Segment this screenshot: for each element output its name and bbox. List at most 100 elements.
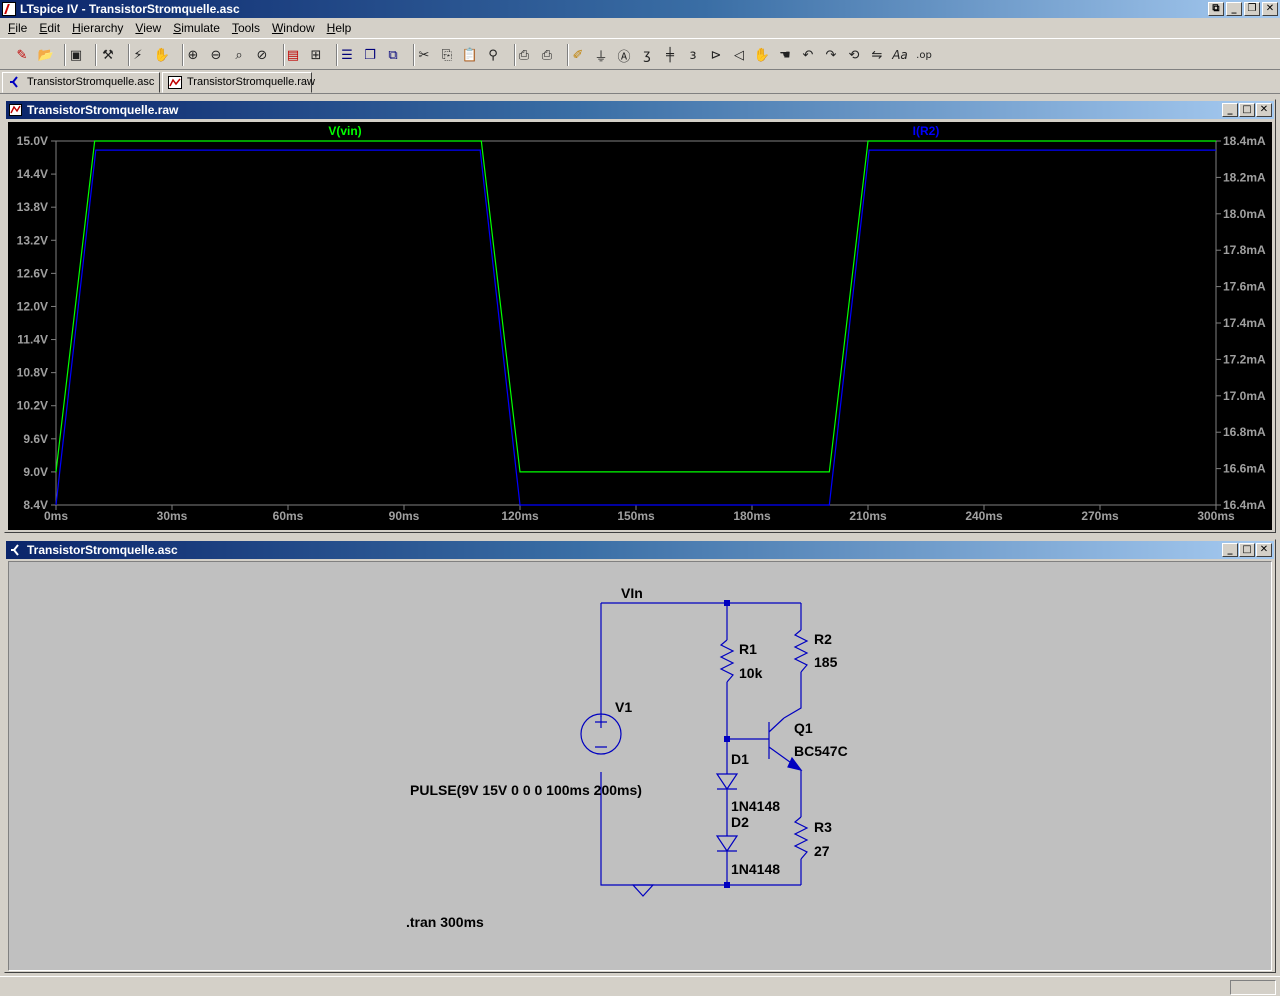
move-icon[interactable]: ✋: [752, 45, 772, 65]
cut-icon[interactable]: ✂: [414, 45, 434, 65]
ground-icon[interactable]: ⏚: [591, 45, 611, 65]
r2-value[interactable]: 185: [814, 654, 838, 670]
app-titlebar: LTspice IV - TransistorStromquelle.asc ⧉…: [0, 0, 1280, 18]
waveform-maximize-button[interactable]: □: [1239, 103, 1255, 117]
minimize-button[interactable]: _: [1226, 2, 1242, 16]
waveform-minimize-button[interactable]: _: [1222, 103, 1238, 117]
series-label-1[interactable]: I(R2): [913, 124, 940, 138]
grid-icon[interactable]: ⊞: [306, 45, 326, 65]
component-icon[interactable]: ◁: [729, 45, 749, 65]
spice-directive-tran[interactable]: .tran 300ms: [406, 914, 484, 930]
tile-vertical-icon[interactable]: ⧉: [383, 45, 403, 65]
maximize-button[interactable]: ❐: [1244, 2, 1260, 16]
schematic-window-controls: _ □ ✕: [1222, 543, 1272, 557]
waveform-close-button[interactable]: ✕: [1256, 103, 1272, 117]
r3-name[interactable]: R3: [814, 819, 832, 835]
series-line-0[interactable]: [55, 140, 1216, 473]
zoom-in-icon[interactable]: ⊕: [183, 45, 203, 65]
r2-name[interactable]: R2: [814, 631, 832, 647]
close-button[interactable]: ✕: [1262, 2, 1278, 16]
resistor-r2-symbol[interactable]: [793, 629, 809, 673]
drag-icon[interactable]: ☚: [775, 45, 795, 65]
redo-icon[interactable]: ↷: [821, 45, 841, 65]
control-panel-icon[interactable]: ⚒: [98, 45, 118, 65]
tile-horizontal-icon[interactable]: ☰: [337, 45, 357, 65]
halt-icon[interactable]: ✋: [152, 45, 172, 65]
q1-value[interactable]: BC547C: [794, 743, 848, 759]
zoom-cancel-icon[interactable]: ⊘: [252, 45, 272, 65]
tab-schematic[interactable]: TransistorStromquelle.asc: [2, 72, 160, 93]
zoom-out-icon[interactable]: ⊖: [206, 45, 226, 65]
menu-label: dit: [47, 21, 61, 35]
v1-value[interactable]: PULSE(9V 15V 0 0 0 100ms 200ms): [410, 782, 642, 798]
resistor-r3-symbol[interactable]: [793, 816, 809, 860]
restore-small-button[interactable]: ⧉: [1208, 2, 1224, 16]
diode-d2-symbol[interactable]: [715, 835, 739, 853]
q1-name[interactable]: Q1: [794, 720, 813, 736]
resistor-icon[interactable]: ʒ: [637, 45, 657, 65]
series-label-0[interactable]: V(vin): [328, 124, 361, 138]
text-icon[interactable]: Aa: [890, 45, 910, 65]
resistor-r1-symbol[interactable]: [719, 639, 735, 683]
menu-item[interactable]: Simulate: [167, 18, 226, 38]
r1-name[interactable]: R1: [739, 641, 757, 657]
run-icon[interactable]: ⚡: [128, 45, 148, 65]
save-icon[interactable]: ▣: [66, 45, 86, 65]
y-right-tick-label: 17.0mA: [1223, 389, 1266, 403]
schematic-maximize-button[interactable]: □: [1239, 543, 1255, 557]
menu-item[interactable]: Help: [321, 18, 358, 38]
toolbar: ✎ 📂 ▣ ⚒ ⚡ ✋ ⊕ ⊖ ⌕ ⊘ ▤ ⊞ ☰ ❐ ⧉ ✂ ⎘ 📋 ⚲ ⎙ ⎙ ✐ ⏚ Ⓐʒ ╪ ɜ ⊳ ◁ ✋ ☚ ↶ ↷ ⟲ ⇋ Aa .op: [0, 38, 1280, 70]
new-schematic-icon[interactable]: ✎: [12, 45, 32, 65]
schematic-close-button[interactable]: ✕: [1256, 543, 1272, 557]
d2-name[interactable]: D2: [731, 814, 749, 830]
waveform-window: TransistorStromquelle.raw _ □ ✕ 0ms 30ms 6…: [4, 99, 1276, 533]
copy-icon[interactable]: ⎘: [437, 45, 457, 65]
waveform-window-title: TransistorStromquelle.raw: [27, 103, 179, 117]
spice-directive-icon[interactable]: .op: [914, 45, 934, 65]
tab-label: TransistorStromquelle.asc: [27, 76, 155, 88]
d1-value[interactable]: 1N4148: [731, 798, 780, 814]
menu-item[interactable]: Edit: [33, 18, 66, 38]
waveform-chart[interactable]: 0ms 30ms 60ms 90ms 120ms 150ms 180ms 210ms 240ms…: [8, 122, 1272, 530]
plot-area[interactable]: 0ms 30ms 60ms 90ms 120ms 150ms 180ms 210ms 240ms…: [8, 122, 1272, 530]
diode-icon[interactable]: ⊳: [706, 45, 726, 65]
v1-name[interactable]: V1: [615, 699, 632, 715]
paste-icon[interactable]: 📋: [460, 45, 480, 65]
cascade-icon[interactable]: ❐: [360, 45, 380, 65]
zoom-fit-icon[interactable]: ⌕: [229, 45, 249, 65]
diode-d1-symbol[interactable]: [715, 773, 739, 791]
print-icon[interactable]: ⎙: [537, 45, 557, 65]
menu-item[interactable]: View: [129, 18, 167, 38]
menu-item[interactable]: Hierarchy: [66, 18, 129, 38]
d1-name[interactable]: D1: [731, 751, 749, 767]
x-tick-label: 120ms: [501, 509, 539, 523]
y-right-tick-label: 18.4mA: [1223, 134, 1266, 148]
schematic-drawing[interactable]: VIn R1 10k R2 185 V1 PULSE(9V 15V 0 0 0 …: [9, 562, 1271, 970]
toolbar-separator: [128, 44, 130, 66]
r3-value[interactable]: 27: [814, 843, 830, 859]
print-setup-icon[interactable]: ⎙: [514, 45, 534, 65]
mirror-icon[interactable]: ⇋: [867, 45, 887, 65]
capacitor-icon[interactable]: ╪: [660, 45, 680, 65]
net-label-vin[interactable]: VIn: [621, 585, 643, 601]
schematic-window-title: TransistorStromquelle.asc: [27, 543, 178, 557]
d2-value[interactable]: 1N4148: [731, 861, 780, 877]
tab-waveform[interactable]: TransistorStromquelle.raw: [162, 72, 315, 93]
menu-item[interactable]: File: [2, 18, 33, 38]
wire-left[interactable]: [600, 603, 801, 886]
label-net-icon[interactable]: Ⓐ: [614, 45, 634, 65]
undo-icon[interactable]: ↶: [798, 45, 818, 65]
draw-wire-icon[interactable]: ✐: [568, 45, 588, 65]
rotate-icon[interactable]: ⟲: [844, 45, 864, 65]
menu-item[interactable]: Tools: [226, 18, 266, 38]
r1-value[interactable]: 10k: [739, 665, 763, 681]
inductor-icon[interactable]: ɜ: [683, 45, 703, 65]
autorange-icon[interactable]: ▤: [283, 45, 303, 65]
open-icon[interactable]: 📂: [36, 45, 56, 65]
find-icon[interactable]: ⚲: [483, 45, 503, 65]
ground-symbol[interactable]: [631, 884, 655, 897]
series-line-1[interactable]: [55, 149, 1216, 506]
schematic-canvas[interactable]: VIn R1 10k R2 185 V1 PULSE(9V 15V 0 0 0 …: [8, 561, 1272, 971]
menu-item[interactable]: Window: [266, 18, 321, 38]
schematic-minimize-button[interactable]: _: [1222, 543, 1238, 557]
